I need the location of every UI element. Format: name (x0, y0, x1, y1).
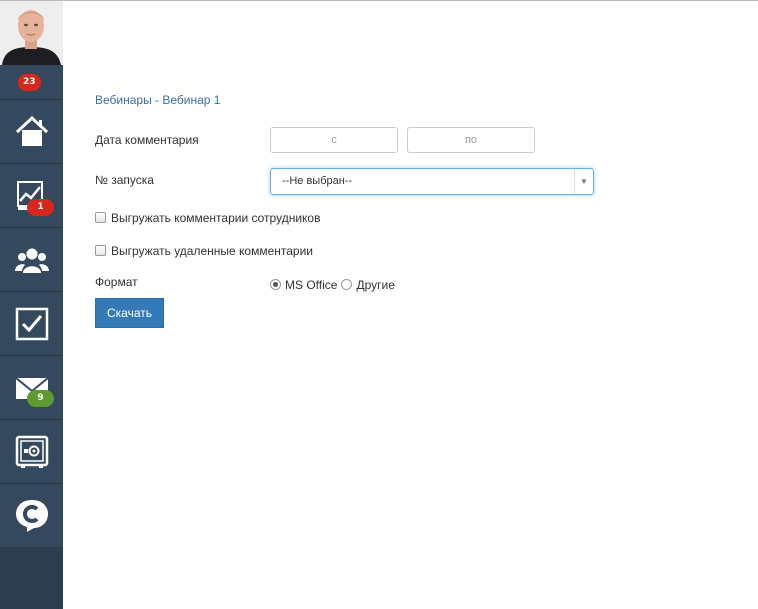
chat-c-icon (16, 500, 48, 532)
sidebar-item-users[interactable] (0, 228, 63, 292)
analytics-badge: 1 (27, 199, 54, 216)
export-employees-label: Выгружать комментарии сотрудников (111, 211, 321, 225)
checkbox-icon (15, 307, 49, 341)
breadcrumb[interactable]: Вебинары - Вебинар 1 (95, 93, 220, 107)
format-ms-office-radio[interactable] (270, 279, 281, 290)
date-to-input[interactable] (407, 127, 535, 153)
sidebar: 23 1 9 (0, 1, 63, 609)
notifications-badge: 23 (18, 74, 41, 91)
sidebar-item-home[interactable] (0, 100, 63, 164)
sidebar-item-chat[interactable] (0, 484, 63, 548)
format-other-label[interactable]: Другие (356, 278, 394, 292)
safe-icon (15, 435, 49, 468)
launch-select-value: --Не выбран-- (282, 175, 353, 187)
sidebar-item-mail[interactable]: 9 (0, 356, 63, 420)
export-deleted-label: Выгружать удаленные комментарии (111, 244, 314, 258)
user-photo-icon (0, 1, 63, 65)
sidebar-item-analytics[interactable]: 1 (0, 164, 63, 228)
export-deleted-row[interactable]: Выгружать удаленные комментарии (95, 244, 313, 258)
mail-badge: 9 (27, 390, 54, 407)
date-label: Дата комментария (95, 133, 199, 147)
select-arrow[interactable]: ▼ (574, 169, 593, 194)
download-button[interactable]: Скачать (95, 298, 164, 328)
sidebar-item-safe[interactable] (0, 420, 63, 484)
launch-select[interactable]: --Не выбран-- ▼ (270, 168, 594, 195)
sidebar-item-tasks[interactable] (0, 292, 63, 356)
main-content: Вебинары - Вебинар 1 Дата комментария № … (63, 1, 758, 609)
notifications-row[interactable]: 23 (0, 65, 63, 100)
export-employees-checkbox[interactable] (95, 212, 106, 223)
launch-label: № запуска (95, 173, 154, 187)
format-label: Формат (95, 275, 138, 289)
format-other-radio[interactable] (341, 279, 353, 290)
date-from-input[interactable] (270, 127, 398, 153)
chevron-down-icon: ▼ (580, 177, 588, 186)
format-ms-office-label[interactable]: MS Office (285, 278, 337, 292)
avatar[interactable] (0, 1, 63, 65)
export-employees-row[interactable]: Выгружать комментарии сотрудников (95, 211, 320, 225)
format-radio-group: MS Office Другие (270, 278, 399, 292)
home-icon (15, 115, 49, 146)
export-deleted-checkbox[interactable] (95, 245, 106, 256)
sidebar-empty-area (0, 547, 63, 609)
users-icon (15, 248, 49, 273)
